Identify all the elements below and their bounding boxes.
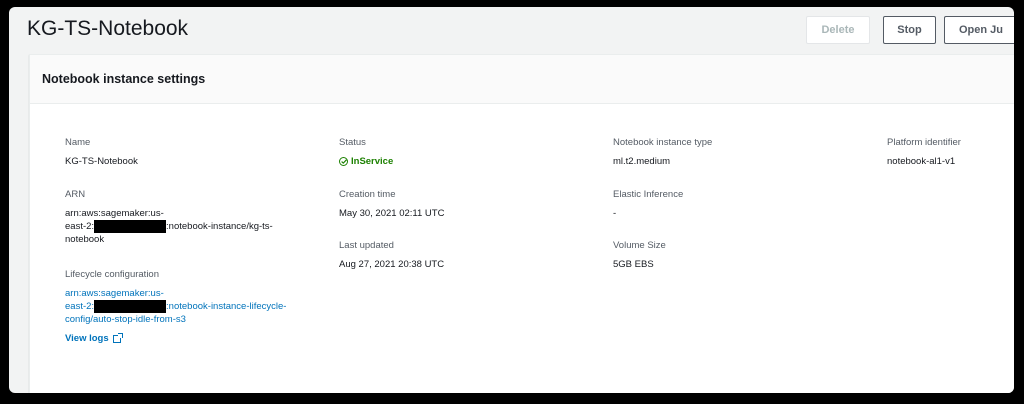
lifecycle-field: Lifecycle configuration arn:aws:sagemake… (65, 268, 286, 345)
redaction-block (94, 220, 167, 233)
name-value: KG-TS-Notebook (65, 156, 138, 167)
instance-type-label: Notebook instance type (613, 137, 713, 148)
open-jupyter-button[interactable]: Open Ju (944, 16, 1014, 44)
arn-line-3: notebook (65, 234, 105, 246)
volume-size-value: 5GB EBS (613, 259, 654, 270)
elastic-inference-field: Elastic Inference - (613, 188, 683, 220)
stop-button[interactable]: Stop (883, 16, 936, 44)
name-label: Name (65, 137, 91, 148)
platform-field: Platform identifier notebook-al1-v1 (887, 136, 961, 168)
lifecycle-label: Lifecycle configuration (65, 269, 159, 280)
status-field: Status InService (339, 136, 393, 168)
external-link-icon (112, 332, 123, 343)
platform-value: notebook-al1-v1 (887, 156, 956, 167)
creation-time-label: Creation time (339, 189, 396, 200)
redaction-block (94, 300, 167, 313)
elastic-inference-value: - (613, 208, 617, 219)
last-updated-value: Aug 27, 2021 20:38 UTC (339, 259, 445, 270)
elastic-inference-label: Elastic Inference (613, 189, 684, 200)
page-title: KG-TS-Notebook (27, 17, 189, 40)
creation-time-value: May 30, 2021 02:11 UTC (339, 208, 445, 219)
last-updated-label: Last updated (339, 240, 394, 251)
last-updated-field: Last updated Aug 27, 2021 20:38 UTC (339, 239, 444, 271)
arn-line-2-suffix: :notebook-instance/kg-ts- (166, 221, 273, 233)
volume-size-field: Volume Size 5GB EBS (613, 239, 666, 271)
check-circle-icon (339, 157, 348, 166)
arn-line-1: arn:aws:sagemaker:us- (65, 208, 164, 219)
panel-heading: Notebook instance settings (30, 55, 1014, 104)
settings-panel: Notebook instance settings Name KG-TS-No… (29, 54, 1014, 393)
arn-label: ARN (65, 189, 86, 200)
instance-type-field: Notebook instance type ml.t2.medium (613, 136, 712, 168)
lifecycle-line-1: arn:aws:sagemaker:us- (65, 288, 164, 299)
console-window: KG-TS-Notebook Delete Stop Open Ju Noteb… (9, 7, 1014, 393)
delete-button[interactable]: Delete (806, 16, 870, 44)
status-value: InService (339, 155, 393, 168)
lifecycle-line-3: config/auto-stop-idle-from-s3 (65, 314, 186, 326)
volume-size-label: Volume Size (613, 240, 666, 251)
platform-label: Platform identifier (887, 137, 961, 148)
lifecycle-line-2-suffix: :notebook-instance-lifecycle- (166, 301, 287, 313)
view-logs-link[interactable]: View logs (65, 332, 286, 345)
lifecycle-line-2-prefix: east-2: (65, 301, 95, 313)
lifecycle-config-link[interactable]: arn:aws:sagemaker:us- east-2: :notebook-i… (65, 287, 286, 326)
view-logs-label: View logs (65, 333, 109, 345)
status-label: Status (339, 137, 366, 148)
name-field: Name KG-TS-Notebook (65, 136, 138, 168)
creation-time-field: Creation time May 30, 2021 02:11 UTC (339, 188, 444, 220)
instance-type-value: ml.t2.medium (613, 156, 671, 167)
arn-field: ARN arn:aws:sagemaker:us- east-2: :notebo… (65, 188, 273, 246)
status-text: InService (351, 156, 394, 167)
arn-value: arn:aws:sagemaker:us- east-2: :notebook-i… (65, 207, 273, 246)
arn-line-2-prefix: east-2: (65, 221, 95, 233)
